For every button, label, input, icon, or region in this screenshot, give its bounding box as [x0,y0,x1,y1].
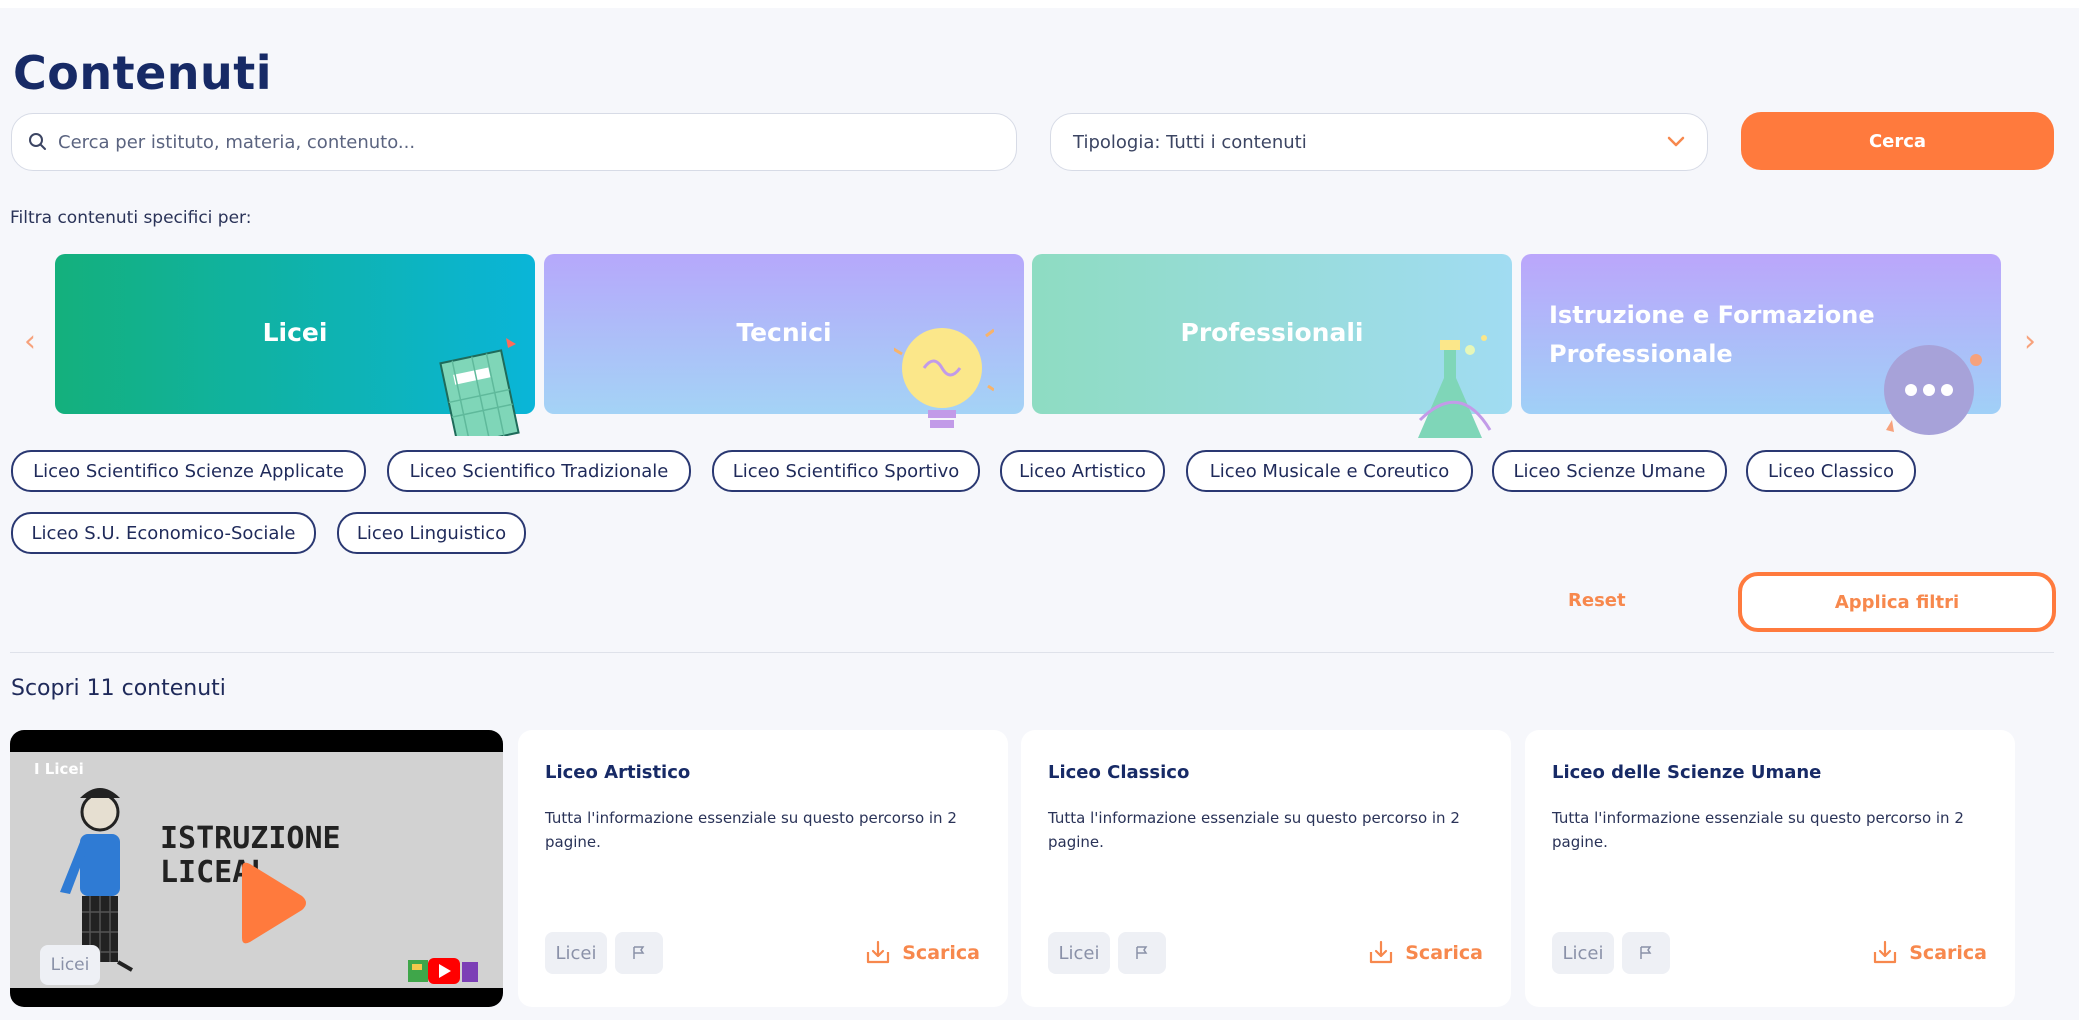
reset-button[interactable]: Reset [1568,590,1626,611]
download-label: Scarica [1909,942,1987,964]
play-icon[interactable] [232,860,312,946]
flag-button[interactable] [1118,932,1166,974]
video-title: I Licei [34,760,84,778]
notebook-icon [439,338,520,436]
chip-liceo-musicale-coreutico[interactable]: Liceo Musicale e Coreutico [1186,450,1473,492]
category-card-tecnici[interactable]: Tecnici [544,254,1024,428]
download-label: Scarica [902,942,980,964]
flag-icon [1136,946,1148,959]
result-title: Liceo delle Scienze Umane [1552,762,1822,783]
chip-liceo-su-economico-sociale[interactable]: Liceo S.U. Economico-Sociale [11,512,316,554]
result-card[interactable]: Liceo Classico Tutta l'informazione esse… [1021,730,1511,1007]
result-tag: Licei [1048,932,1110,974]
download-icon [1874,940,1897,964]
search-icon [29,133,46,150]
download-icon [1370,940,1393,964]
download-icon [867,940,890,964]
result-title: Liceo Classico [1048,762,1190,783]
result-description: Tutta l'informazione essenziale su quest… [1552,809,1964,851]
chevron-down-icon [1667,136,1685,147]
category-card-licei[interactable]: Licei [55,254,535,436]
flag-button[interactable] [615,932,663,974]
chip-liceo-classico[interactable]: Liceo Classico [1746,450,1916,492]
download-button[interactable]: Scarica [1367,940,1483,966]
chip-liceo-artistico[interactable]: Liceo Artistico [1000,450,1165,492]
category-card-professionali[interactable]: Professionali [1032,254,1512,438]
download-label: Scarica [1405,942,1483,964]
type-select-value: Tipologia: Tutti i contenuti [1073,131,1307,153]
flask-icon [1418,335,1492,438]
lightbulb-icon [894,328,994,428]
result-card[interactable]: Liceo delle Scienze Umane Tutta l'inform… [1525,730,2015,1007]
chip-liceo-scientifico-scienze-applicate[interactable]: Liceo Scientifico Scienze Applicate [11,450,366,492]
chevron-right-icon[interactable]: › [2024,324,2036,359]
result-description: Tutta l'informazione essenziale su quest… [1048,809,1460,851]
result-title: Liceo Artistico [545,762,691,783]
more-icon [1884,345,1982,435]
download-button[interactable]: Scarica [864,940,980,966]
filter-label: Filtra contenuti specifici per: [10,208,252,228]
category-label: Istruzione e Formazione Professionale [1549,301,1875,368]
result-tag: Licei [1552,932,1614,974]
flag-icon [1640,946,1652,959]
result-description: Tutta l'informazione essenziale su quest… [545,809,957,851]
search-placeholder: Cerca per istituto, materia, contenuto..… [58,131,416,153]
flag-button[interactable] [1622,932,1670,974]
chip-liceo-scientifico-sportivo[interactable]: Liceo Scientifico Sportivo [712,450,980,492]
content-page: Contenuti Cerca per istituto, materia, c… [0,8,2079,1020]
chip-liceo-scienze-umane[interactable]: Liceo Scienze Umane [1492,450,1727,492]
video-card[interactable]: ISTRUZIONE LICEAL I Licei Licei [10,730,503,1007]
chip-liceo-scientifico-tradizionale[interactable]: Liceo Scientifico Tradizionale [387,450,691,492]
divider [10,652,2054,653]
result-card[interactable]: Liceo Artistico Tutta l'informazione ess… [518,730,1008,1007]
page-title: Contenuti [13,46,273,100]
result-tag: Licei [545,932,607,974]
youtube-logo-icon [408,958,478,984]
results-count: Scopri 11 contenuti [11,676,226,701]
chip-liceo-linguistico[interactable]: Liceo Linguistico [337,512,526,554]
chevron-left-icon[interactable]: ‹ [24,324,36,359]
type-select[interactable]: Tipologia: Tutti i contenuti [1050,113,1708,171]
search-input[interactable]: Cerca per istituto, materia, contenuto..… [11,113,1017,171]
flag-icon [633,946,645,959]
apply-filters-button[interactable]: Applica filtri [1738,572,2056,632]
video-tag: Licei [40,945,100,985]
download-button[interactable]: Scarica [1871,940,1987,966]
search-button[interactable]: Cerca [1741,112,2054,170]
category-card-istruzione-formazione[interactable]: Istruzione e Formazione Professionale [1521,254,2001,435]
